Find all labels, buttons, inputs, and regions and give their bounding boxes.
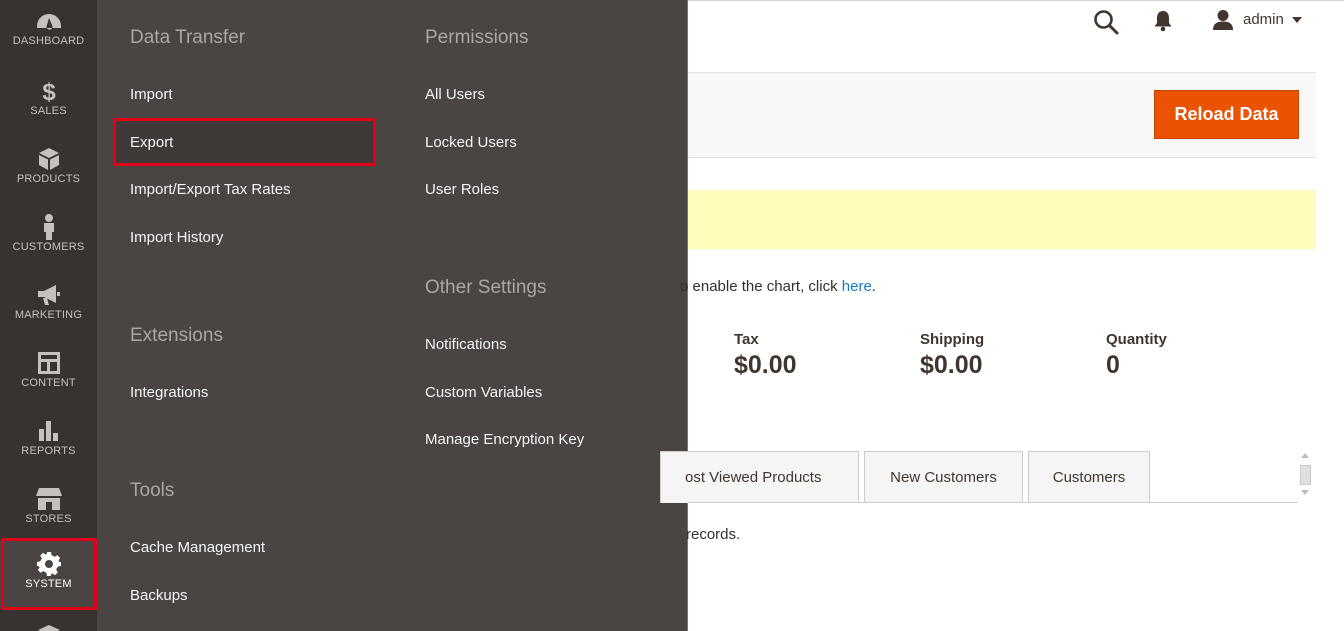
nav-content[interactable]: CONTENT	[0, 340, 97, 408]
nav-system[interactable]: SYSTEM	[0, 541, 97, 609]
menu-locked-users[interactable]: Locked Users	[425, 134, 517, 151]
stat-shipping-value: $0.00	[920, 351, 983, 379]
scroll-up-arrow-icon[interactable]	[1301, 453, 1309, 458]
menu-export[interactable]: Export	[130, 134, 173, 151]
admin-user-name[interactable]: admin	[1243, 11, 1284, 28]
nav-products-label: PRODUCTS	[16, 173, 81, 185]
menu-user-roles[interactable]: User Roles	[425, 181, 499, 198]
notice-message	[688, 190, 1316, 249]
extensions-title: Extensions	[130, 325, 223, 346]
menu-import[interactable]: Import	[130, 86, 173, 103]
nav-reports[interactable]: REPORTS	[0, 408, 97, 476]
nav-sales-label: SALES	[30, 105, 67, 117]
permissions-title: Permissions	[425, 27, 529, 48]
menu-manage-encryption-key[interactable]: Manage Encryption Key	[425, 431, 584, 448]
stat-tax-value: $0.00	[734, 351, 797, 379]
nav-sales[interactable]: $ SALES	[0, 68, 97, 136]
svg-text:$: $	[42, 79, 56, 103]
menu-import-history[interactable]: Import History	[130, 229, 223, 246]
menu-cache-management[interactable]: Cache Management	[130, 539, 265, 556]
menu-integrations[interactable]: Integrations	[130, 384, 208, 401]
tab-customers[interactable]: Customers	[1028, 451, 1150, 503]
system-flyout-menu	[97, 0, 688, 631]
storefront-icon	[0, 486, 97, 512]
nav-dashboard-label: DASHBOARD	[12, 35, 85, 47]
stat-tax-label: Tax	[734, 331, 759, 348]
nav-products[interactable]: PRODUCTS	[0, 136, 97, 204]
nav-customers-label: CUSTOMERS	[12, 241, 85, 253]
scroll-down-arrow-icon[interactable]	[1301, 490, 1309, 495]
bar-chart-icon	[0, 418, 97, 444]
box-icon	[0, 146, 97, 172]
nav-marketing[interactable]: MARKETING	[0, 272, 97, 340]
scroll-thumb[interactable]	[1300, 465, 1311, 485]
menu-custom-variables[interactable]: Custom Variables	[425, 384, 542, 401]
tools-title: Tools	[130, 480, 175, 501]
top-border	[688, 0, 1344, 1]
nav-system-label: SYSTEM	[25, 578, 72, 590]
nav-reports-label: REPORTS	[21, 445, 76, 457]
bell-icon[interactable]	[1153, 10, 1173, 32]
chart-message-text: o enable the chart, click	[680, 278, 842, 295]
layout-icon	[0, 350, 97, 376]
nav-stores-label: STORES	[25, 513, 72, 525]
stat-quantity-value: 0	[1106, 351, 1120, 379]
dashboard-icon	[0, 10, 97, 36]
user-avatar-icon[interactable]	[1212, 9, 1234, 31]
nav-dashboard[interactable]: DASHBOARD	[0, 0, 97, 68]
search-icon[interactable]	[1093, 9, 1119, 35]
person-icon	[0, 214, 97, 240]
other-settings-title: Other Settings	[425, 277, 547, 298]
stat-quantity-label: Quantity	[1106, 331, 1167, 348]
no-records-message: records.	[686, 526, 741, 543]
nav-partners[interactable]	[0, 612, 97, 631]
nav-content-label: CONTENT	[21, 377, 76, 389]
menu-all-users[interactable]: All Users	[425, 86, 485, 103]
enable-chart-link[interactable]: here	[842, 278, 872, 295]
nav-marketing-label: MARKETING	[14, 309, 83, 321]
partners-icon	[0, 620, 97, 631]
dollar-icon: $	[0, 78, 97, 104]
tab-most-viewed-products[interactable]: ost Viewed Products	[660, 451, 859, 503]
nav-customers[interactable]: CUSTOMERS	[0, 204, 97, 272]
chart-message-suffix: .	[871, 278, 876, 295]
chart-disabled-message: o enable the chart, click here.	[680, 278, 876, 295]
reload-data-button[interactable]: Reload Data	[1154, 90, 1299, 139]
megaphone-icon	[0, 282, 97, 308]
menu-backups[interactable]: Backups	[130, 587, 188, 604]
chevron-down-icon[interactable]	[1292, 17, 1302, 23]
gear-icon	[0, 551, 97, 577]
nav-stores[interactable]: STORES	[0, 476, 97, 544]
stat-shipping-label: Shipping	[920, 331, 985, 348]
admin-sidebar: DASHBOARD $ SALES PRODUCTS CUSTOMERS MAR…	[0, 0, 97, 631]
tab-new-customers[interactable]: New Customers	[864, 451, 1023, 503]
data-transfer-title: Data Transfer	[130, 27, 246, 48]
menu-import-export-tax-rates[interactable]: Import/Export Tax Rates	[130, 181, 291, 198]
menu-notifications[interactable]: Notifications	[425, 336, 507, 353]
tabs-divider	[688, 502, 1298, 503]
